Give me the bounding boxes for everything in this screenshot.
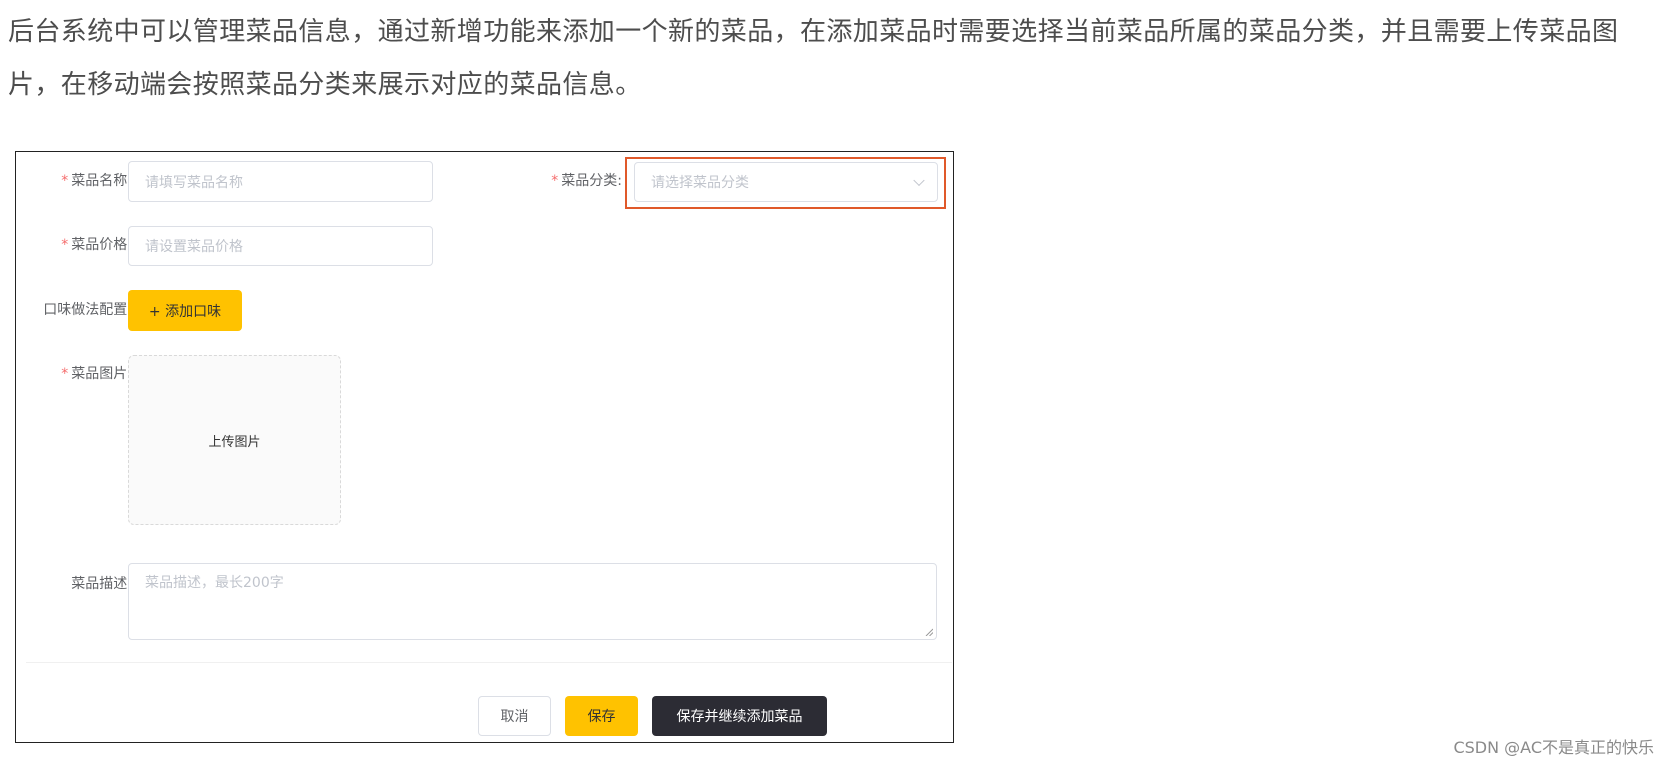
required-asterisk: * bbox=[61, 173, 69, 189]
dish-name-label-text: 菜品名称: bbox=[71, 173, 132, 189]
dish-description-placeholder: 菜品描述，最长200字 bbox=[145, 575, 284, 591]
required-asterisk: * bbox=[61, 237, 69, 253]
save-button[interactable]: 保存 bbox=[565, 696, 638, 736]
dish-name-label: * 菜品名称: bbox=[26, 171, 132, 191]
save-and-continue-button[interactable]: 保存并继续添加菜品 bbox=[652, 696, 827, 736]
flavor-config-label: 口味做法配置: bbox=[43, 302, 132, 318]
dish-name-input[interactable]: 请填写菜品名称 bbox=[128, 161, 433, 202]
dish-category-select[interactable]: 请选择菜品分类 bbox=[634, 162, 938, 202]
form-footer-divider bbox=[26, 662, 952, 663]
chevron-down-icon bbox=[913, 174, 925, 187]
dish-description-textarea[interactable]: 菜品描述，最长200字 bbox=[128, 563, 937, 640]
dish-image-label: * 菜品图片: bbox=[26, 364, 132, 384]
intro-paragraph: 后台系统中可以管理菜品信息，通过新增功能来添加一个新的菜品，在添加菜品时需要选择… bbox=[8, 17, 1619, 100]
dish-category-label-text: 菜品分类: bbox=[561, 173, 622, 189]
add-flavor-button[interactable]: + 添加口味 bbox=[128, 290, 242, 331]
cancel-button[interactable]: 取消 bbox=[478, 696, 551, 736]
dish-description-label: 菜品描述: bbox=[71, 576, 132, 592]
csdn-watermark: CSDN @AC不是真正的快乐 bbox=[1453, 738, 1654, 757]
dish-price-input[interactable]: 请设置菜品价格 bbox=[128, 226, 433, 266]
dish-form-screenshot: * 菜品名称: 请填写菜品名称 * 菜品分类: 请选择菜品分类 * 菜品价格: 请设置… bbox=[15, 151, 954, 743]
upload-image-text: 上传图片 bbox=[208, 434, 261, 450]
image-upload-area[interactable]: 上传图片 bbox=[128, 355, 341, 525]
resize-handle-icon[interactable] bbox=[925, 628, 933, 636]
dish-price-label-text: 菜品价格: bbox=[71, 237, 132, 253]
required-asterisk: * bbox=[61, 366, 69, 382]
required-asterisk: * bbox=[551, 173, 559, 189]
dish-image-label-text: 菜品图片: bbox=[71, 366, 132, 382]
dish-category-label: * 菜品分类: bbox=[516, 171, 622, 191]
dish-category-placeholder: 请选择菜品分类 bbox=[651, 175, 749, 191]
dish-name-placeholder: 请填写菜品名称 bbox=[145, 174, 243, 191]
dish-price-placeholder: 请设置菜品价格 bbox=[145, 239, 243, 255]
dish-price-label: * 菜品价格: bbox=[26, 235, 132, 255]
